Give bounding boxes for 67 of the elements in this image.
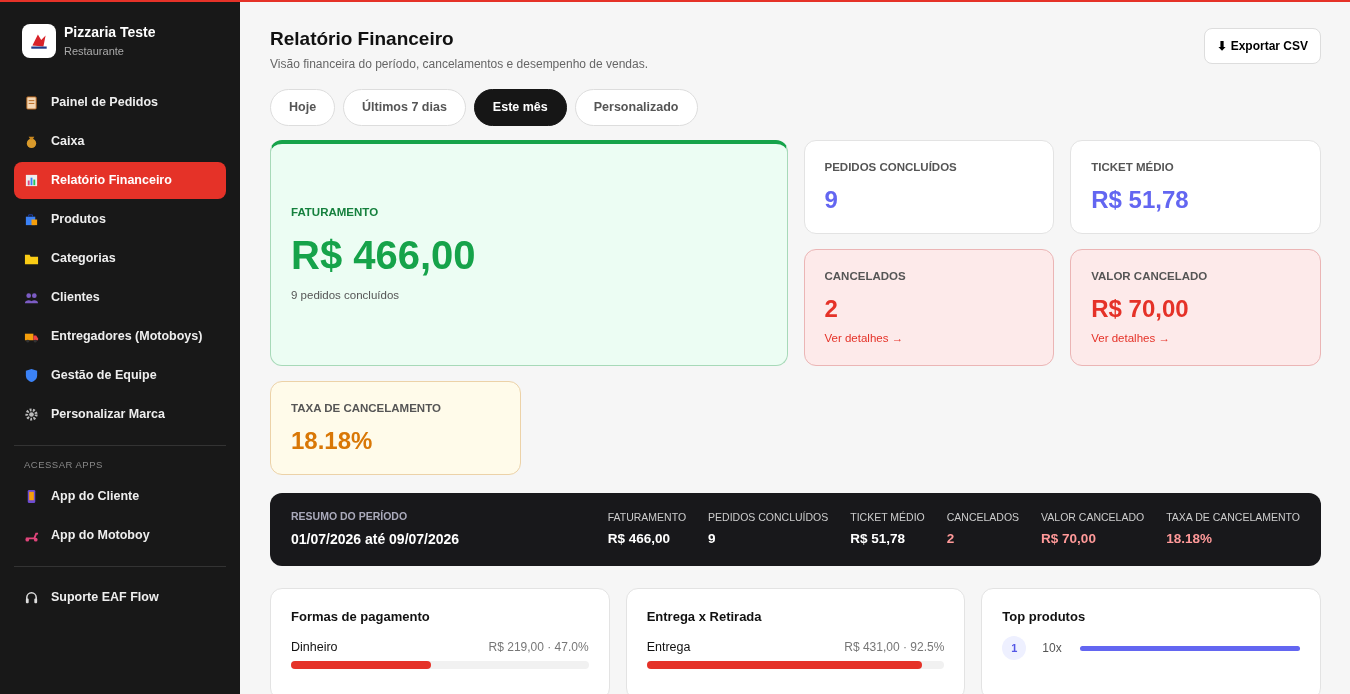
summary-stat-value: R$ 466,00 (607, 530, 671, 549)
summary-stat-value: 2 (946, 530, 956, 549)
metric-value: R$ 70,00 (1091, 294, 1190, 324)
metric-label: TAXA DE CANCELAMENTO (291, 401, 442, 417)
row-label: Entrega (646, 639, 691, 657)
gear-icon (24, 406, 39, 422)
summary-stat-label: VALOR CANCELADO (1041, 509, 1145, 525)
nav-item[interactable]: App do Cliente (14, 477, 226, 515)
summary-stat-label: TICKET MÉDIO (850, 509, 925, 525)
nav-item[interactable]: App do Motoboy (14, 516, 226, 554)
metric-note: 9 pedidos concluídos (291, 288, 401, 304)
nav-item[interactable]: Relatório Financeiro (14, 161, 226, 199)
metric-label: CANCELADOS (824, 268, 907, 284)
metric-value: 2 (824, 294, 839, 324)
brand-subtitle: Restaurante (64, 44, 125, 59)
metric-label: VALOR CANCELADO (1091, 268, 1209, 284)
nav-item[interactable]: Produtos (14, 200, 226, 238)
clipboard-icon (24, 94, 39, 110)
nav-item[interactable]: Gestão de Equipe (14, 356, 226, 394)
metric-label: FATURAMENTO (291, 205, 380, 221)
support-link[interactable]: Suporte EAF Flow (14, 578, 226, 616)
period-tab[interactable]: Hoje (270, 88, 336, 126)
nav-item[interactable]: Categorias (14, 239, 226, 277)
section-heading: ACESSAR APPS (23, 457, 104, 472)
metric-value: 18.18% (291, 427, 374, 457)
product-count: 10x (1042, 640, 1063, 658)
summary-label: RESUMO DO PERÍODO (291, 509, 409, 525)
panel-title: Top produtos (1002, 607, 1087, 626)
summary-stat-value: R$ 70,00 (1041, 530, 1097, 549)
metric-value: 9 (824, 185, 839, 215)
summary-stat-value: 18.18% (1166, 530, 1213, 549)
metric-value: R$ 51,78 (1091, 185, 1190, 215)
summary-stat-value: R$ 51,78 (850, 530, 907, 549)
shield-icon (24, 367, 39, 383)
metric-value: R$ 466,00 (291, 232, 477, 280)
metric-label: PEDIDOS CONCLUÍDOS (824, 159, 958, 175)
shopping-bag-icon (24, 211, 39, 227)
export-button[interactable]: ⬇ Exportar CSV (1204, 28, 1321, 64)
nav-item[interactable]: Caixa (14, 122, 226, 160)
summary-stat-label: TAXA DE CANCELAMENTO (1166, 509, 1300, 525)
nav-item[interactable]: Painel de Pedidos (14, 83, 226, 121)
summary-stat-label: CANCELADOS (946, 509, 1020, 525)
nav-item[interactable]: Personalizar Marca (14, 395, 226, 433)
row-label: Dinheiro (291, 639, 338, 657)
row-value: R$ 219,00 · 47.0% (488, 639, 589, 657)
period-tab[interactable]: Este mês (473, 88, 567, 126)
panel-title: Formas de pagamento (291, 607, 431, 626)
logo-icon (22, 23, 56, 58)
nav-item[interactable]: Entregadores (Motoboys) (14, 317, 226, 355)
summary-stat-value: 9 (708, 530, 717, 549)
page-title: Relatório Financeiro (270, 28, 455, 51)
details-link[interactable]: Ver detalhes → (1091, 329, 1170, 347)
date-range: 01/07/2026 até 09/07/2026 (291, 529, 460, 549)
period-tab[interactable]: Personalizado (574, 88, 698, 126)
page-subtitle: Visão financeira do período, cancelamentos e desempenho de vendas. (270, 55, 649, 73)
details-link[interactable]: Ver detalhes → (824, 329, 904, 347)
bar-chart-icon (24, 172, 39, 188)
summary-stat-label: FATURAMENTO (607, 509, 687, 525)
period-tab[interactable]: Últimos 7 dias (343, 88, 466, 126)
rank-badge: 1 (1002, 636, 1027, 661)
metric-label: TICKET MÉDIO (1091, 159, 1175, 175)
headphones-icon (24, 589, 39, 605)
summary-stat-label: PEDIDOS CONCLUÍDOS (708, 509, 829, 525)
nav-item[interactable]: Clientes (14, 278, 226, 316)
row-value: R$ 431,00 · 92.5% (844, 639, 945, 657)
brand-name: Pizzaria Teste (64, 23, 156, 42)
panel-title: Entrega x Retirada (646, 607, 763, 626)
